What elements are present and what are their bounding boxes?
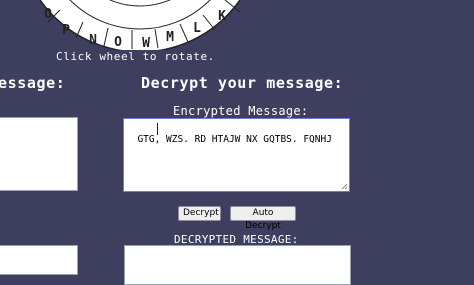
text-cursor-icon <box>157 123 158 135</box>
cipher-wheel-page: { "wheel": { "letters": ["D", "O", "P", … <box>0 0 474 285</box>
resize-grip-icon[interactable] <box>341 183 348 190</box>
wheel-letter: N <box>89 33 97 48</box>
encrypted-message-text: GTG, WZS. RD HTAJW NX GQTBS. FQNHJ <box>137 134 332 145</box>
encrypted-message-label: Encrypted Message: <box>173 104 309 118</box>
message-input[interactable] <box>0 117 78 191</box>
encrypted-output[interactable] <box>0 245 78 275</box>
cipher-wheel[interactable]: D O P N O W M L K <box>0 0 474 50</box>
wheel-letter: M <box>166 30 174 45</box>
wheel-letter: W <box>142 36 150 50</box>
wheel-letter: L <box>193 21 201 36</box>
rotate-hint: Click wheel to rotate. <box>56 50 215 63</box>
wheel-letter: K <box>218 9 226 24</box>
wheel-letter: O <box>44 7 52 22</box>
decrypt-button[interactable]: Decrypt <box>178 206 221 221</box>
wheel-letter: P <box>62 23 70 38</box>
wheel-letter: O <box>114 35 122 50</box>
decrypt-heading: Decrypt your message: <box>141 74 344 92</box>
decrypted-message-output[interactable] <box>124 245 351 285</box>
wheel-letter: D <box>24 0 32 4</box>
encrypt-heading: essage: <box>0 74 66 92</box>
auto-decrypt-button[interactable]: Auto Decrypt <box>230 206 296 231</box>
